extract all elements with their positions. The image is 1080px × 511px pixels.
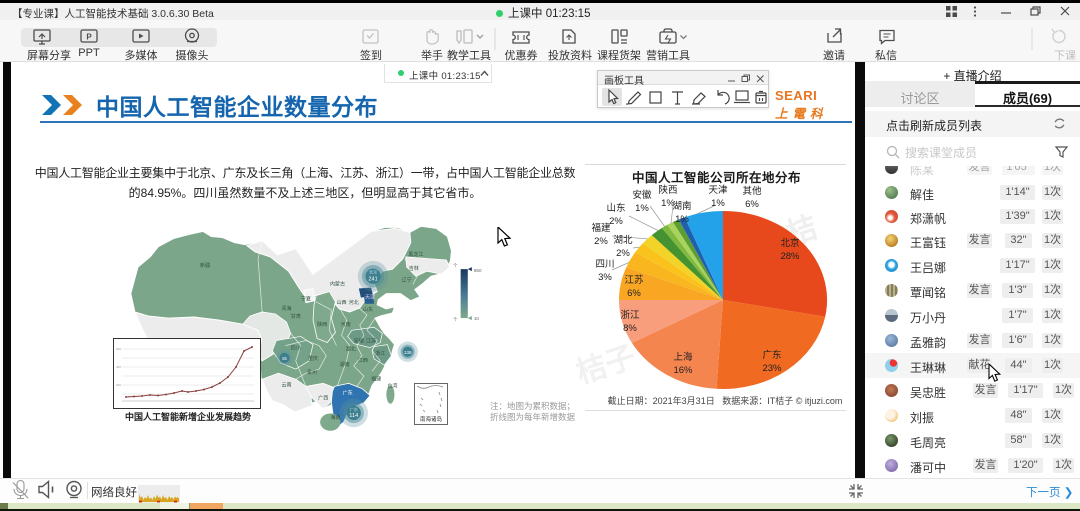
svg-text:山东: 山东: [363, 306, 373, 313]
svg-text:湖北: 湖北: [346, 346, 356, 353]
svg-text:内蒙古: 内蒙古: [330, 280, 345, 287]
svg-text:400: 400: [116, 365, 121, 369]
svg-text:广东: 广东: [350, 406, 358, 412]
svg-text:新疆: 新疆: [200, 262, 210, 269]
svg-text:850: 850: [474, 268, 482, 273]
svg-text:138: 138: [404, 350, 412, 355]
svg-text:241: 241: [368, 276, 377, 282]
svg-text:云南: 云南: [281, 381, 291, 388]
svg-text:北京: 北京: [369, 269, 377, 275]
svg-text:广西: 广西: [318, 395, 328, 402]
svg-text:江西: 江西: [358, 357, 368, 364]
svg-text:南海诸岛: 南海诸岛: [420, 415, 443, 423]
svg-text:甘肃: 甘肃: [291, 313, 301, 320]
svg-text:10: 10: [474, 316, 480, 321]
svg-text:55: 55: [282, 356, 287, 361]
svg-text:安徽: 安徽: [354, 338, 364, 345]
svg-text:200: 200: [116, 383, 121, 387]
svg-text:重庆: 重庆: [308, 355, 318, 362]
svg-text:四川: 四川: [291, 346, 301, 352]
svg-text:河南: 河南: [341, 321, 351, 328]
svg-text:陕西: 陕西: [317, 321, 327, 328]
svg-text:海南: 海南: [330, 414, 340, 421]
svg-text:青海: 青海: [281, 305, 291, 312]
svg-text:福建: 福建: [371, 375, 381, 382]
svg-text:黑龙江: 黑龙江: [408, 251, 423, 258]
svg-text:台湾: 台湾: [387, 382, 397, 389]
svg-text:贵州: 贵州: [307, 369, 317, 376]
svg-text:山西: 山西: [336, 299, 346, 306]
svg-text:个: 个: [453, 317, 458, 322]
svg-text:吉林: 吉林: [409, 265, 419, 272]
svg-text:P: P: [86, 33, 92, 42]
svg-text:广东: 广东: [343, 390, 353, 397]
svg-text:浙江: 浙江: [375, 350, 385, 357]
svg-text:辽宁: 辽宁: [402, 276, 412, 283]
svg-text:湖南: 湖南: [340, 361, 350, 368]
svg-text:600: 600: [116, 347, 121, 351]
svg-text:江苏: 江苏: [366, 338, 376, 345]
svg-text:114: 114: [349, 413, 358, 419]
svg-text:天津: 天津: [365, 294, 375, 301]
svg-text:个: 个: [453, 263, 458, 268]
svg-text:河北: 河北: [349, 299, 359, 306]
svg-text:宁夏: 宁夏: [301, 296, 311, 303]
